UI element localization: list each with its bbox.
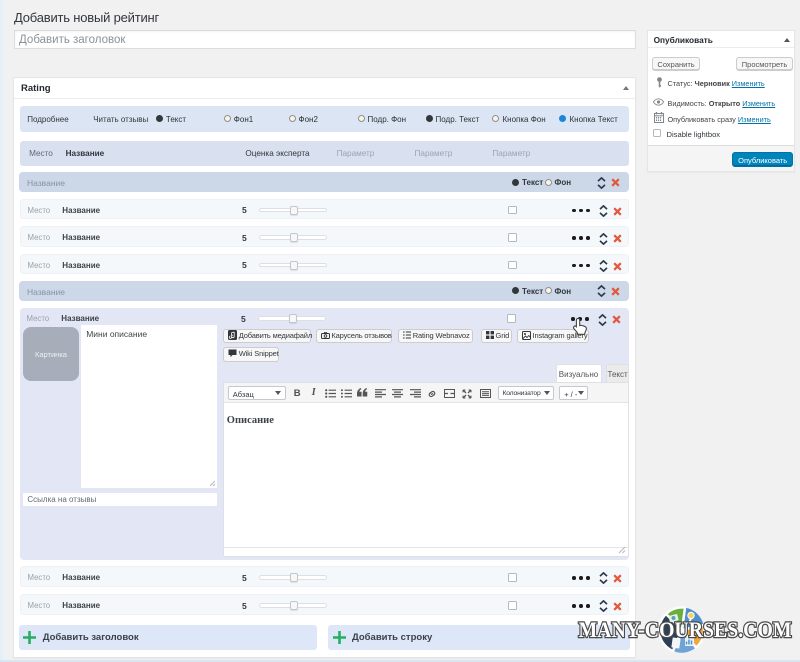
svg-text:MANY-COURSES.COM: MANY-COURSES.COM [579,617,792,642]
